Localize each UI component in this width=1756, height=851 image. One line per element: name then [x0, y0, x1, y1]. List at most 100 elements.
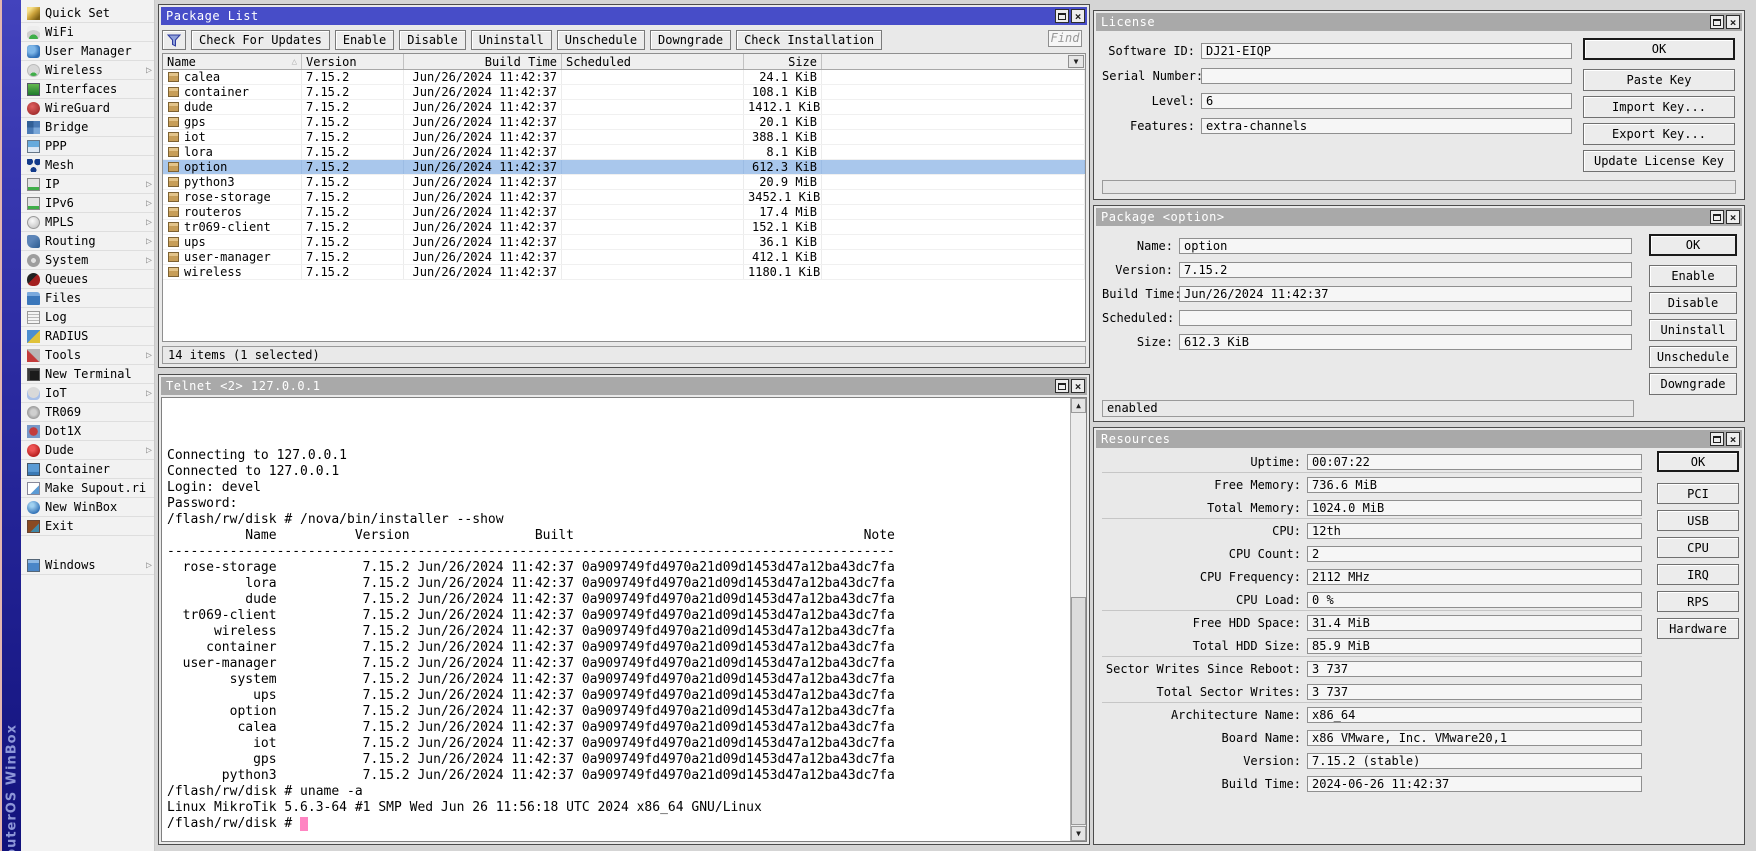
sidebar-item[interactable]: Tools ▷ — [21, 346, 154, 365]
sidebar-item[interactable]: User Manager ▷ — [21, 42, 154, 61]
toolbar-button[interactable]: Enable — [335, 30, 394, 50]
sidebar-item[interactable]: Files ▷ — [21, 289, 154, 308]
maximize-icon[interactable] — [1710, 432, 1724, 446]
sidebar-item[interactable]: RADIUS ▷ — [21, 327, 154, 346]
package-row[interactable]: calea 7.15.2 Jun/26/2024 11:42:37 24.1 K… — [163, 70, 1085, 85]
dialog-button[interactable]: Paste Key — [1583, 69, 1735, 91]
dialog-button[interactable]: Enable — [1649, 265, 1737, 287]
sidebar-item[interactable]: Routing ▷ — [21, 232, 154, 251]
dialog-button[interactable]: USB — [1657, 510, 1739, 531]
field-value[interactable]: 7.15.2 — [1179, 262, 1632, 278]
field-value[interactable]: x86_64 — [1307, 707, 1642, 723]
sidebar-item[interactable]: IP ▷ — [21, 175, 154, 194]
dialog-button[interactable]: Uninstall — [1649, 319, 1737, 341]
package-row[interactable]: ups 7.15.2 Jun/26/2024 11:42:37 36.1 KiB — [163, 235, 1085, 250]
toolbar-button[interactable]: Uninstall — [471, 30, 552, 50]
sidebar-item[interactable]: Dude ▷ — [21, 441, 154, 460]
sidebar-item[interactable]: Mesh ▷ — [21, 156, 154, 175]
field-value[interactable]: 0 % — [1307, 592, 1642, 608]
field-value[interactable] — [1201, 68, 1572, 84]
field-value[interactable]: extra-channels — [1201, 118, 1572, 134]
dialog-button[interactable]: Update License Key — [1583, 150, 1735, 172]
maximize-icon[interactable] — [1055, 9, 1069, 23]
sidebar-item[interactable]: Interfaces ▷ — [21, 80, 154, 99]
dialog-button[interactable]: Hardware — [1657, 618, 1739, 639]
dialog-button[interactable]: OK — [1649, 234, 1737, 256]
field-value[interactable]: 3 737 — [1307, 661, 1642, 677]
find-input[interactable]: Find — [1048, 30, 1082, 47]
field-value[interactable]: DJ21-EIQP — [1201, 43, 1572, 59]
column-header-build-time[interactable]: Build Time — [404, 54, 562, 69]
package-row[interactable]: routeros 7.15.2 Jun/26/2024 11:42:37 17.… — [163, 205, 1085, 220]
terminal-output[interactable]: Connecting to 127.0.0.1 Connected to 127… — [162, 398, 1086, 816]
close-icon[interactable]: × — [1726, 432, 1740, 446]
dialog-button[interactable]: RPS — [1657, 591, 1739, 612]
field-value[interactable]: option — [1179, 238, 1632, 254]
column-header-scheduled[interactable]: Scheduled — [562, 54, 744, 69]
filter-button[interactable] — [162, 30, 186, 50]
column-select-icon[interactable]: ▼ — [1068, 55, 1084, 68]
sidebar-item[interactable]: Quick Set ▷ — [21, 4, 154, 23]
column-header-size[interactable]: Size — [744, 54, 822, 69]
sidebar-item[interactable]: Wireless ▷ — [21, 61, 154, 80]
maximize-icon[interactable] — [1710, 210, 1724, 224]
dialog-button[interactable]: OK — [1583, 38, 1735, 60]
license-titlebar[interactable]: License × — [1096, 13, 1742, 31]
dialog-button[interactable]: Disable — [1649, 292, 1737, 314]
sidebar-item[interactable]: New Terminal ▷ — [21, 365, 154, 384]
package-row[interactable]: python3 7.15.2 Jun/26/2024 11:42:37 20.9… — [163, 175, 1085, 190]
package-row[interactable]: option 7.15.2 Jun/26/2024 11:42:37 612.3… — [163, 160, 1085, 175]
field-value[interactable]: 12th — [1307, 523, 1642, 539]
telnet-titlebar[interactable]: Telnet <2> 127.0.0.1 × — [161, 377, 1087, 395]
dialog-button[interactable]: Export Key... — [1583, 123, 1735, 145]
field-value[interactable]: 31.4 MiB — [1307, 615, 1642, 631]
sidebar-item[interactable]: Queues ▷ — [21, 270, 154, 289]
sidebar-item[interactable]: System ▷ — [21, 251, 154, 270]
terminal-prompt-line[interactable]: /flash/rw/disk # — [162, 816, 1086, 832]
field-value[interactable]: 85.9 MiB — [1307, 638, 1642, 654]
field-value[interactable]: 2 — [1307, 546, 1642, 562]
terminal-scrollbar[interactable]: ▲ ▼ — [1070, 398, 1086, 841]
sidebar-item[interactable]: Bridge ▷ — [21, 118, 154, 137]
package-row[interactable]: tr069-client 7.15.2 Jun/26/2024 11:42:37… — [163, 220, 1085, 235]
scroll-up-icon[interactable]: ▲ — [1071, 398, 1086, 413]
package-row[interactable]: iot 7.15.2 Jun/26/2024 11:42:37 388.1 Ki… — [163, 130, 1085, 145]
package-row[interactable]: wireless 7.15.2 Jun/26/2024 11:42:37 118… — [163, 265, 1085, 280]
sidebar-item[interactable]: Dot1X ▷ — [21, 422, 154, 441]
field-value[interactable]: 736.6 MiB — [1307, 477, 1642, 493]
sidebar-item[interactable]: New WinBox ▷ — [21, 498, 154, 517]
package-list-titlebar[interactable]: Package List × — [161, 7, 1087, 25]
dialog-button[interactable]: Import Key... — [1583, 96, 1735, 118]
maximize-icon[interactable] — [1055, 379, 1069, 393]
dialog-button[interactable]: Downgrade — [1649, 373, 1737, 395]
sidebar-item[interactable]: IoT ▷ — [21, 384, 154, 403]
field-value[interactable]: x86 VMware, Inc. VMware20,1 — [1307, 730, 1642, 746]
toolbar-button[interactable]: Downgrade — [650, 30, 731, 50]
field-value[interactable]: 7.15.2 (stable) — [1307, 753, 1642, 769]
field-value[interactable]: 6 — [1201, 93, 1572, 109]
resources-titlebar[interactable]: Resources × — [1096, 430, 1742, 448]
scroll-down-icon[interactable]: ▼ — [1071, 826, 1086, 841]
toolbar-button[interactable]: Disable — [399, 30, 466, 50]
package-option-titlebar[interactable]: Package <option> × — [1096, 208, 1742, 226]
sidebar-item[interactable]: PPP ▷ — [21, 137, 154, 156]
dialog-button[interactable]: PCI — [1657, 483, 1739, 504]
sidebar-item[interactable]: TR069 ▷ — [21, 403, 154, 422]
field-value[interactable]: 2112 MHz — [1307, 569, 1642, 585]
sidebar-item[interactable]: Exit ▷ — [21, 517, 154, 536]
sidebar-item[interactable]: WireGuard ▷ — [21, 99, 154, 118]
close-icon[interactable]: × — [1071, 379, 1085, 393]
package-row[interactable]: user-manager 7.15.2 Jun/26/2024 11:42:37… — [163, 250, 1085, 265]
sidebar-item[interactable]: WiFi ▷ — [21, 23, 154, 42]
dialog-button[interactable]: Unschedule — [1649, 346, 1737, 368]
package-row[interactable]: rose-storage 7.15.2 Jun/26/2024 11:42:37… — [163, 190, 1085, 205]
column-header-name[interactable]: Name△ — [163, 54, 302, 69]
sidebar-item[interactable]: Windows ▷ — [21, 556, 154, 575]
field-value[interactable]: 1024.0 MiB — [1307, 500, 1642, 516]
package-row[interactable]: gps 7.15.2 Jun/26/2024 11:42:37 20.1 KiB — [163, 115, 1085, 130]
toolbar-button[interactable]: Check Installation — [736, 30, 882, 50]
field-value[interactable]: 2024-06-26 11:42:37 — [1307, 776, 1642, 792]
dialog-button[interactable]: IRQ — [1657, 564, 1739, 585]
dialog-button[interactable]: CPU — [1657, 537, 1739, 558]
toolbar-button[interactable]: Unschedule — [557, 30, 645, 50]
